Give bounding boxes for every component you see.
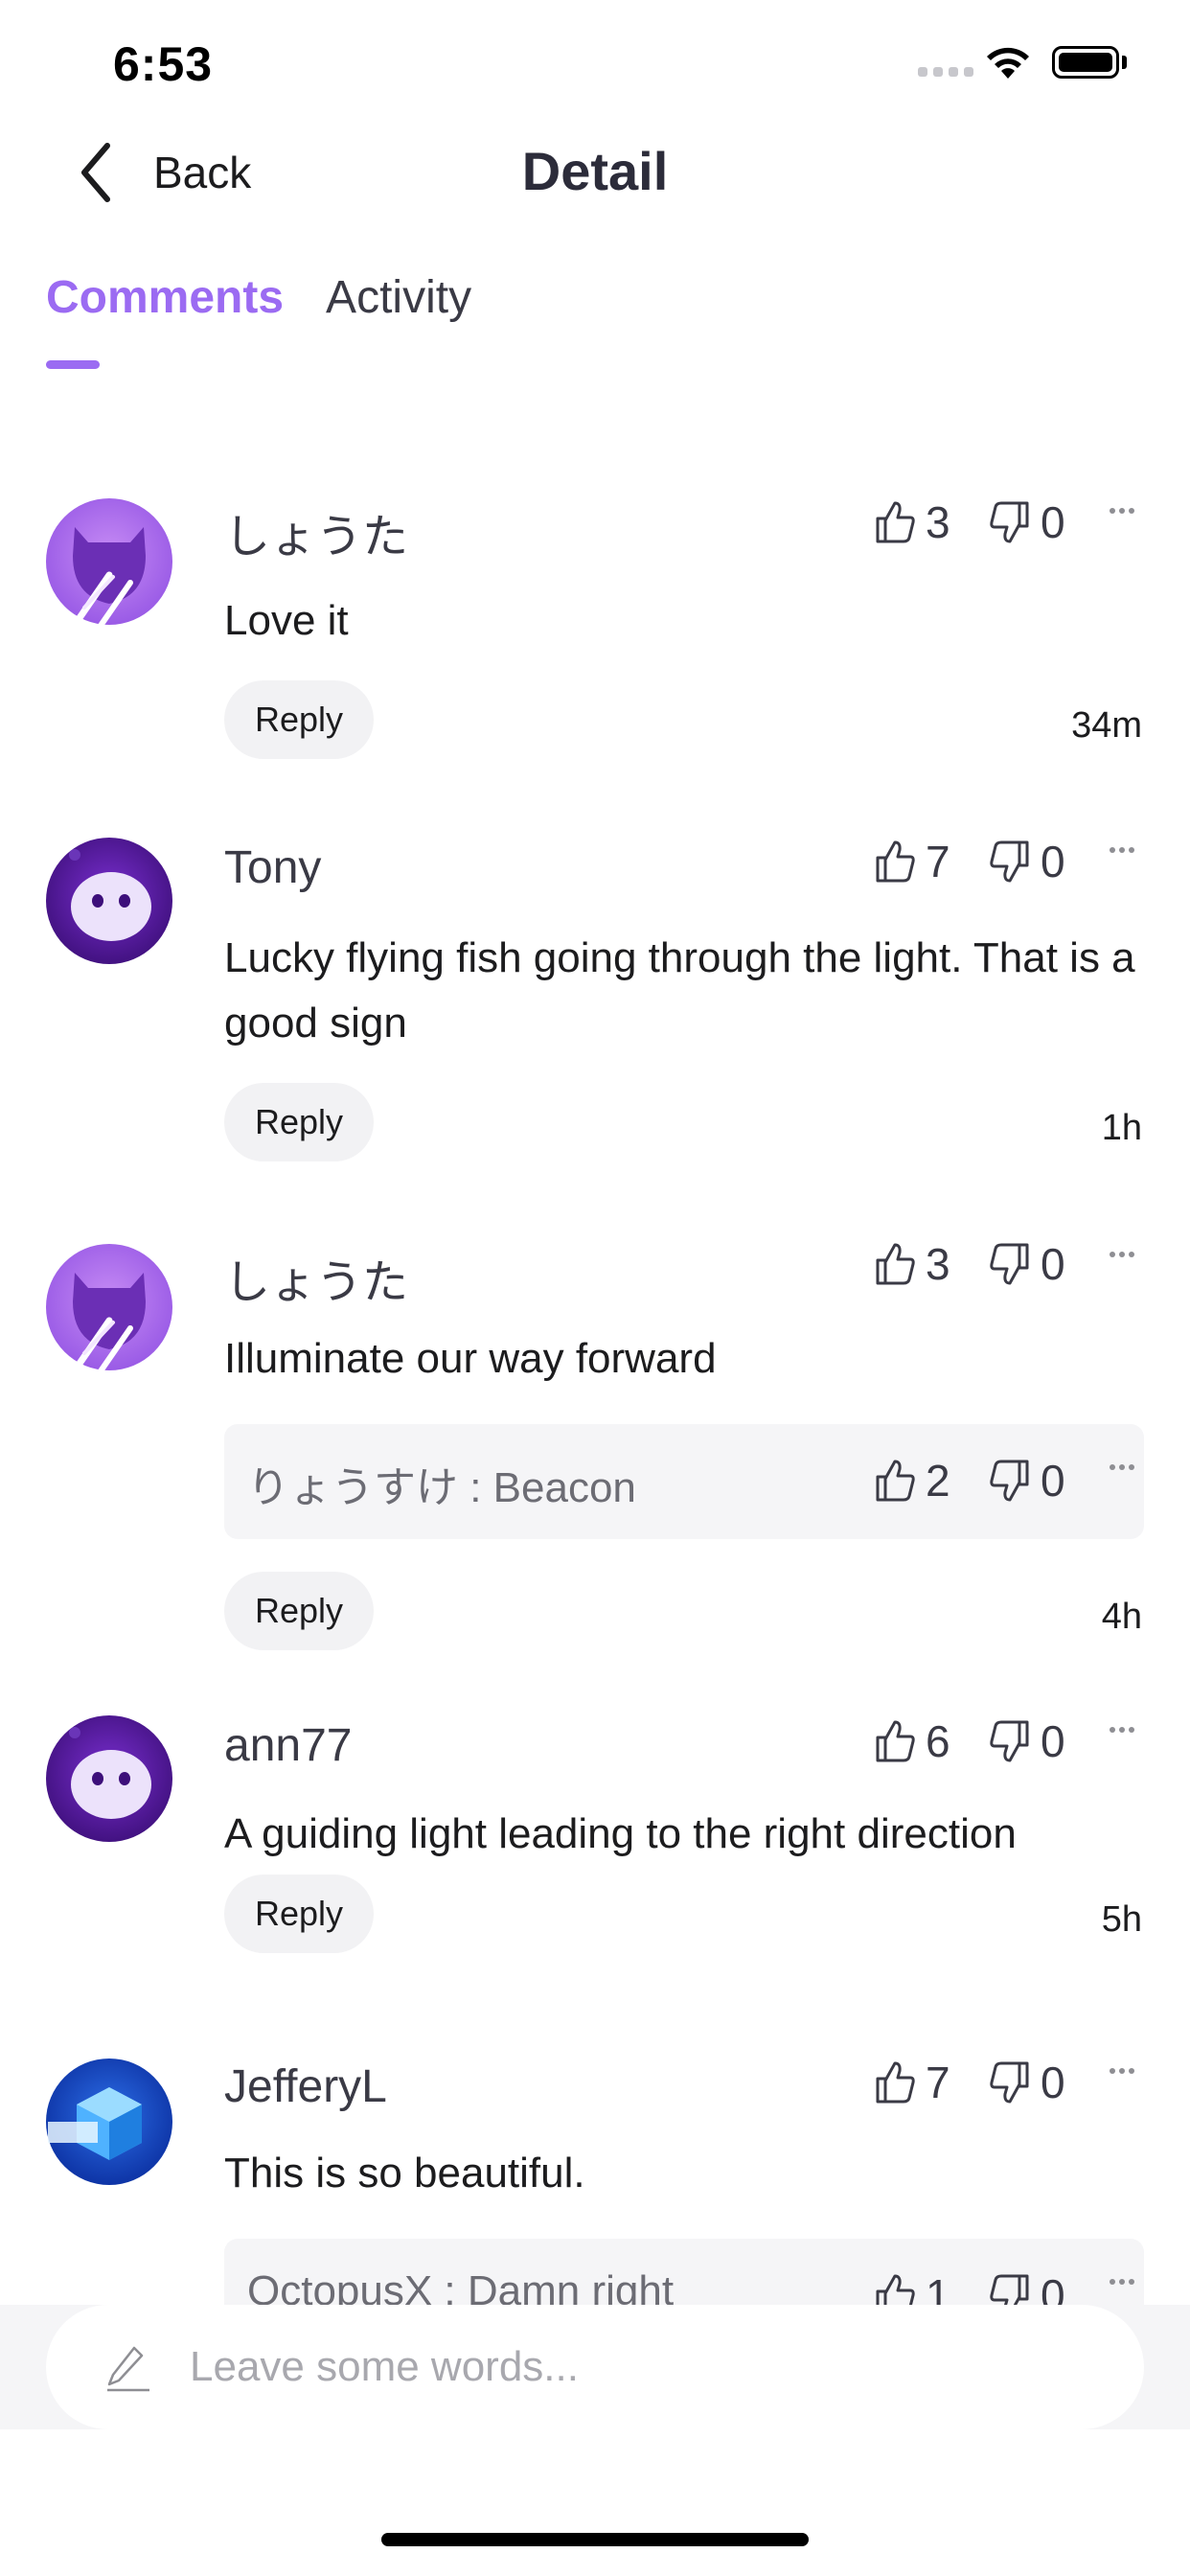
pencil-icon [107, 2346, 149, 2392]
reply-button[interactable]: Reply [224, 1572, 374, 1650]
more-options-icon[interactable] [1110, 1727, 1138, 1736]
comment-time: 34m [1071, 705, 1142, 746]
comment-time: 1h [1101, 1108, 1142, 1148]
comment-text: Lucky flying fish going through the ligh… [224, 934, 1135, 1046]
comment-reactions: 7 0 [874, 836, 1079, 887]
more-options-icon[interactable] [1110, 2279, 1138, 2288]
tab-activity[interactable]: Activity [326, 271, 471, 324]
reply-button[interactable]: Reply [224, 1874, 374, 1953]
thumbs-up-icon[interactable] [874, 2059, 916, 2105]
sub-reply-text: りょうすけ : Beacon [247, 1464, 636, 1511]
comment-text: This is so beautiful. [224, 2150, 585, 2196]
comment-input[interactable]: Leave some words... [46, 2305, 1144, 2429]
reply-button[interactable]: Reply [224, 680, 374, 759]
comment-username[interactable]: しょうた [224, 498, 408, 565]
comment-time: 4h [1101, 1597, 1142, 1637]
thumbs-up-icon[interactable] [874, 2272, 916, 2305]
dislike-count: 0 [1041, 2058, 1065, 2107]
thumbs-down-icon[interactable] [989, 839, 1031, 885]
avatar [46, 838, 172, 964]
home-indicator [381, 2533, 809, 2546]
comment-username[interactable]: ann77 [224, 1719, 352, 1772]
comment-input-placeholder: Leave some words... [190, 2343, 579, 2390]
sub-reply[interactable]: OctopusX : Damn right 1 0 [224, 2239, 1144, 2305]
comment-item: Tony 7 0 Lucky flying fish going through… [0, 786, 1190, 1179]
page-title: Detail [521, 141, 669, 201]
tab-bar: Comments Activity [46, 271, 471, 324]
dislike-count: 0 [1041, 497, 1065, 547]
comment-text: A guiding light leading to the right dir… [224, 1810, 1017, 1857]
comment-list[interactable]: しょうた 3 0 Love it Reply 34m Tony 7 0 Luck… [0, 450, 1190, 2305]
sub-reply[interactable]: りょうすけ : Beacon 2 0 [224, 1424, 1144, 1539]
comment-username[interactable]: JefferyL [224, 2060, 387, 2113]
sub-reply-reactions: 1 0 [874, 2269, 1079, 2305]
comment-username[interactable]: Tony [224, 841, 321, 894]
like-count: 2 [926, 1456, 950, 1506]
comment-input-bar: Leave some words... [0, 2305, 1190, 2429]
more-options-icon[interactable] [1110, 508, 1138, 518]
comment-username[interactable]: しょうた [224, 1244, 408, 1311]
thumbs-down-icon[interactable] [989, 2272, 1031, 2305]
comment-reactions: 3 0 [874, 1238, 1079, 1290]
more-options-icon[interactable] [1110, 1464, 1138, 1474]
battery-tip [1122, 56, 1127, 69]
avatar [46, 2058, 172, 2185]
more-options-icon[interactable] [1110, 847, 1138, 857]
tab-indicator [46, 360, 100, 369]
like-count: 7 [926, 837, 950, 886]
nav-bar: Back Detail [0, 134, 1190, 249]
tab-comments[interactable]: Comments [46, 271, 284, 324]
comment-text: Illuminate our way forward [224, 1335, 717, 1382]
more-options-icon[interactable] [1110, 1252, 1138, 1261]
thumbs-down-icon[interactable] [989, 1241, 1031, 1287]
comment-item: しょうた 3 0 Love it Reply 34m [0, 450, 1190, 767]
thumbs-up-icon[interactable] [874, 839, 916, 885]
like-count: 3 [926, 1239, 950, 1289]
comment-reactions: 7 0 [874, 2057, 1079, 2108]
thumbs-up-icon[interactable] [874, 1718, 916, 1764]
comment-item: しょうた 3 0 Illuminate our way forward りょうす… [0, 1188, 1190, 1668]
comment-reactions: 6 0 [874, 1715, 1079, 1767]
thumbs-up-icon[interactable] [874, 1458, 916, 1504]
battery-icon [1052, 46, 1119, 79]
comment-item: JefferyL 7 0 This is so beautiful. Octop… [0, 2012, 1190, 2305]
cellular-signal-icon [918, 67, 973, 77]
dislike-count: 0 [1041, 1456, 1065, 1506]
like-count: 7 [926, 2058, 950, 2107]
thumbs-down-icon[interactable] [989, 2059, 1031, 2105]
comment-time: 5h [1101, 1899, 1142, 1940]
dislike-count: 0 [1041, 1716, 1065, 1766]
comment-reactions: 3 0 [874, 496, 1079, 548]
avatar [46, 498, 172, 634]
thumbs-up-icon[interactable] [874, 499, 916, 545]
sub-reply-text: OctopusX : Damn right [247, 2267, 675, 2305]
thumbs-down-icon[interactable] [989, 1718, 1031, 1764]
comment-text: Love it [224, 597, 349, 644]
reply-button[interactable]: Reply [224, 1083, 374, 1162]
dislike-count: 0 [1041, 2270, 1065, 2305]
like-count: 6 [926, 1716, 950, 1766]
thumbs-down-icon[interactable] [989, 499, 1031, 545]
wifi-icon [987, 47, 1029, 79]
status-time: 6:53 [113, 37, 214, 91]
avatar [46, 1244, 172, 1380]
avatar [46, 1715, 172, 1842]
thumbs-up-icon[interactable] [874, 1241, 916, 1287]
dislike-count: 0 [1041, 1239, 1065, 1289]
thumbs-down-icon[interactable] [989, 1458, 1031, 1504]
sub-reply-reactions: 2 0 [874, 1455, 1079, 1506]
more-options-icon[interactable] [1110, 2068, 1138, 2078]
dislike-count: 0 [1041, 837, 1065, 886]
like-count: 3 [926, 497, 950, 547]
like-count: 1 [926, 2270, 950, 2305]
status-bar: 6:53 [0, 0, 1190, 134]
comment-item: ann77 6 0 A guiding light leading to the… [0, 1668, 1190, 2012]
